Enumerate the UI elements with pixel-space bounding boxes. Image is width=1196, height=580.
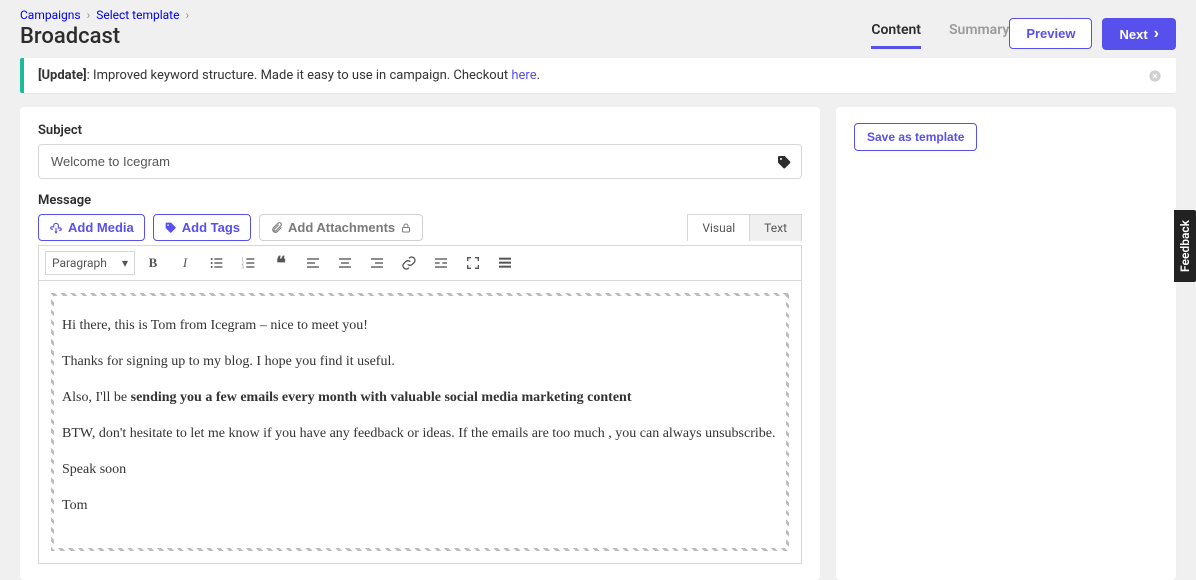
page-title: Broadcast [20, 24, 871, 49]
chevron-right-icon: › [87, 8, 91, 22]
fullscreen-icon[interactable] [459, 250, 487, 276]
side-panel: Save as template [836, 107, 1176, 580]
link-icon[interactable] [395, 250, 423, 276]
add-tags-button[interactable]: Add Tags [153, 214, 251, 241]
format-select[interactable]: Paragraph ▾ [45, 251, 135, 275]
media-icon [49, 221, 63, 235]
body-paragraph: BTW, don't hesitate to let me know if yo… [62, 426, 778, 442]
tab-content[interactable]: Content [871, 22, 921, 49]
message-label: Message [38, 193, 802, 208]
align-center-icon[interactable] [331, 250, 359, 276]
italic-icon[interactable]: I [171, 250, 199, 276]
notice-text: : Improved keyword structure. Made it ea… [87, 68, 512, 83]
bold-icon[interactable]: B [139, 250, 167, 276]
subject-label: Subject [38, 123, 802, 138]
feedback-tab[interactable]: Feedback [1174, 210, 1196, 282]
subject-input[interactable] [38, 144, 802, 179]
tag-icon[interactable] [776, 154, 792, 170]
add-media-label: Add Media [68, 220, 134, 235]
body-paragraph: Also, I'll be sending you a few emails e… [62, 390, 778, 406]
message-editor: Paragraph ▾ B I 123 ❝ [38, 245, 802, 564]
tag-icon [164, 221, 177, 234]
save-as-template-button[interactable]: Save as template [854, 123, 977, 151]
svg-text:3: 3 [242, 264, 244, 269]
read-more-icon[interactable] [427, 250, 455, 276]
notice-tail: . [537, 68, 540, 83]
add-tags-label: Add Tags [182, 220, 240, 235]
editor-tab-visual[interactable]: Visual [687, 214, 750, 241]
format-select-value: Paragraph [52, 256, 107, 270]
add-attachments-button[interactable]: Add Attachments [259, 214, 423, 241]
editor-toolbar: Paragraph ▾ B I 123 ❝ [39, 246, 801, 281]
align-right-icon[interactable] [363, 250, 391, 276]
body-paragraph: Thanks for signing up to my blog. I hope… [62, 354, 778, 370]
editor-content[interactable]: Hi there, this is Tom from Icegram – nic… [51, 293, 789, 551]
chevron-right-icon: › [185, 8, 189, 22]
body-paragraph: Hi there, this is Tom from Icegram – nic… [62, 318, 778, 334]
tab-summary[interactable]: Summary [949, 22, 1009, 46]
lock-icon [400, 222, 412, 234]
numbered-list-icon[interactable]: 123 [235, 250, 263, 276]
preview-button[interactable]: Preview [1009, 18, 1092, 49]
next-button-label: Next [1119, 27, 1147, 42]
notice-prefix: [Update] [38, 68, 87, 83]
add-media-button[interactable]: Add Media [38, 214, 145, 241]
blockquote-icon[interactable]: ❝ [267, 250, 295, 276]
attachment-icon [270, 221, 283, 234]
add-attachments-label: Add Attachments [288, 220, 395, 235]
breadcrumb-select-template[interactable]: Select template [96, 8, 179, 22]
breadcrumb: Campaigns › Select template › [20, 8, 871, 22]
breadcrumb-campaigns[interactable]: Campaigns [20, 8, 81, 22]
close-icon[interactable] [1148, 69, 1162, 83]
next-button[interactable]: Next [1102, 18, 1176, 50]
body-paragraph: Tom [62, 498, 778, 514]
toolbar-toggle-icon[interactable] [491, 250, 519, 276]
notice-link[interactable]: here [511, 68, 536, 83]
content-panel: Subject Message Add Media [20, 107, 820, 580]
update-notice: [Update]: Improved keyword structure. Ma… [20, 58, 1176, 93]
caret-down-icon: ▾ [122, 256, 128, 270]
align-left-icon[interactable] [299, 250, 327, 276]
editor-tab-text[interactable]: Text [750, 214, 802, 241]
body-paragraph: Speak soon [62, 462, 778, 478]
bullet-list-icon[interactable] [203, 250, 231, 276]
